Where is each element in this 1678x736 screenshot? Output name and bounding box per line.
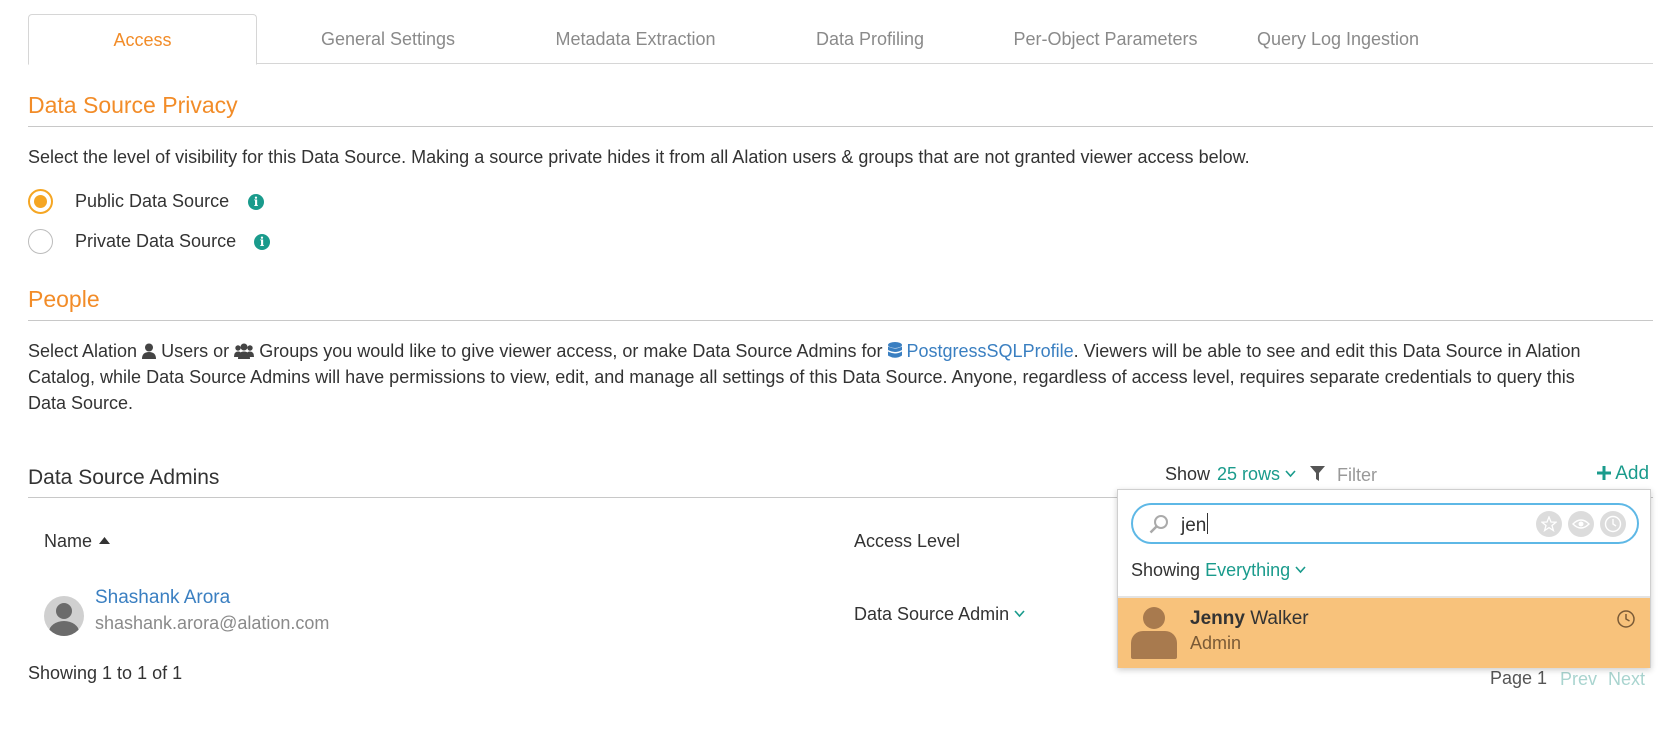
clock-icon bbox=[1604, 515, 1622, 533]
group-icon bbox=[234, 343, 255, 359]
admin-name-link[interactable]: Shashank Arora bbox=[95, 587, 230, 609]
chevron-down-icon bbox=[1285, 470, 1296, 478]
clock-icon bbox=[1617, 610, 1635, 628]
people-description-line3: Data Source. bbox=[28, 393, 134, 413]
chevron-down-icon bbox=[1014, 610, 1025, 618]
access-level-column-header[interactable]: Access Level bbox=[854, 531, 960, 552]
public-radio[interactable] bbox=[28, 189, 53, 214]
search-query-text[interactable]: jen bbox=[1181, 515, 1206, 536]
avatar bbox=[1131, 607, 1177, 659]
search-result-item[interactable]: Jenny Walker Admin bbox=[1118, 598, 1650, 668]
tab-access[interactable]: Access bbox=[28, 14, 257, 65]
privacy-section-title: Data Source Privacy bbox=[28, 92, 238, 118]
add-button-label[interactable]: Add bbox=[1615, 463, 1649, 484]
user-icon bbox=[142, 343, 157, 359]
name-column-header[interactable]: Name bbox=[44, 531, 111, 552]
prev-button[interactable]: Prev bbox=[1560, 669, 1597, 690]
tab-bar: Access General Settings Metadata Extract… bbox=[28, 14, 1653, 65]
people-divider bbox=[28, 320, 1653, 321]
search-icon bbox=[1149, 515, 1168, 534]
filter-input[interactable]: Filter bbox=[1337, 465, 1377, 486]
access-level-dropdown[interactable]: Data Source Admin bbox=[854, 604, 1025, 625]
filter-icon[interactable] bbox=[1310, 466, 1325, 482]
scope-dropdown-label[interactable]: Everything bbox=[1205, 560, 1290, 580]
star-icon bbox=[1541, 516, 1557, 532]
desc-prefix: Select Alation bbox=[28, 341, 138, 361]
showing-scope: Showing Everything bbox=[1131, 560, 1306, 581]
desc-line1-end: . Viewers will be able to see and edit t… bbox=[1073, 341, 1581, 361]
add-button[interactable]: Add bbox=[1597, 463, 1649, 485]
admins-title: Data Source Admins bbox=[28, 466, 220, 489]
result-last-name[interactable]: Walker bbox=[1250, 608, 1308, 629]
scope-dropdown[interactable]: Everything bbox=[1205, 560, 1306, 580]
info-icon[interactable]: i bbox=[254, 234, 270, 250]
people-section-title: People bbox=[28, 286, 100, 312]
watching-filter-button[interactable] bbox=[1568, 511, 1594, 537]
result-first-name[interactable]: Jenny bbox=[1190, 608, 1245, 629]
private-radio-label[interactable]: Private Data Source bbox=[75, 231, 236, 252]
search-input[interactable]: jen bbox=[1131, 503, 1639, 544]
rows-dropdown-label[interactable]: 25 rows bbox=[1217, 464, 1280, 484]
user-search-popup: jen Showing Everything Jenny Walker Admi… bbox=[1117, 489, 1651, 668]
table-footer-count: Showing 1 to 1 of 1 bbox=[28, 663, 183, 683]
private-radio[interactable] bbox=[28, 229, 53, 254]
showing-label: Showing bbox=[1131, 560, 1201, 580]
plus-icon bbox=[1597, 466, 1611, 480]
groups-label: Groups bbox=[259, 341, 319, 361]
people-description-line2: Catalog, while Data Source Admins will h… bbox=[28, 367, 1575, 387]
public-radio-label[interactable]: Public Data Source bbox=[75, 191, 229, 212]
result-name[interactable]: Jenny Walker bbox=[1190, 608, 1309, 630]
eye-icon bbox=[1572, 519, 1590, 529]
users-label: Users bbox=[161, 341, 209, 361]
tab-query-log-ingestion[interactable]: Query Log Ingestion bbox=[1228, 14, 1448, 64]
database-icon bbox=[887, 342, 902, 358]
privacy-divider bbox=[28, 126, 1653, 127]
recent-filter-button[interactable] bbox=[1600, 511, 1626, 537]
avatar bbox=[44, 596, 84, 636]
next-button[interactable]: Next bbox=[1608, 669, 1645, 690]
privacy-description: Select the level of visibility for this … bbox=[28, 147, 1250, 167]
admin-email: shashank.arora@alation.com bbox=[95, 613, 330, 633]
tab-general-settings[interactable]: General Settings bbox=[274, 14, 502, 64]
datasource-link[interactable]: PostgressSQLProfile bbox=[887, 341, 1074, 361]
tab-data-profiling[interactable]: Data Profiling bbox=[770, 14, 970, 64]
access-level-value[interactable]: Data Source Admin bbox=[854, 604, 1009, 624]
favorites-filter-button[interactable] bbox=[1536, 511, 1562, 537]
page-indicator: Page 1 bbox=[1490, 668, 1548, 688]
tab-per-object-parameters[interactable]: Per-Object Parameters bbox=[983, 14, 1228, 64]
rows-dropdown[interactable]: 25 rows bbox=[1217, 464, 1296, 485]
people-description-line1: Select Alation Users or Groups you would… bbox=[28, 338, 1581, 364]
name-column-label[interactable]: Name bbox=[44, 531, 92, 551]
or-text: or bbox=[213, 341, 230, 361]
result-role: Admin bbox=[1190, 633, 1242, 653]
desc-middle: you would like to give viewer access, or… bbox=[323, 341, 883, 361]
datasource-link-label[interactable]: PostgressSQLProfile bbox=[907, 341, 1074, 361]
show-label: Show bbox=[1165, 464, 1211, 484]
search-query[interactable]: jen bbox=[1181, 513, 1209, 537]
chevron-down-icon bbox=[1295, 566, 1306, 574]
sort-up-icon bbox=[99, 537, 111, 544]
tab-metadata-extraction[interactable]: Metadata Extraction bbox=[513, 14, 758, 64]
info-icon[interactable]: i bbox=[248, 194, 264, 210]
